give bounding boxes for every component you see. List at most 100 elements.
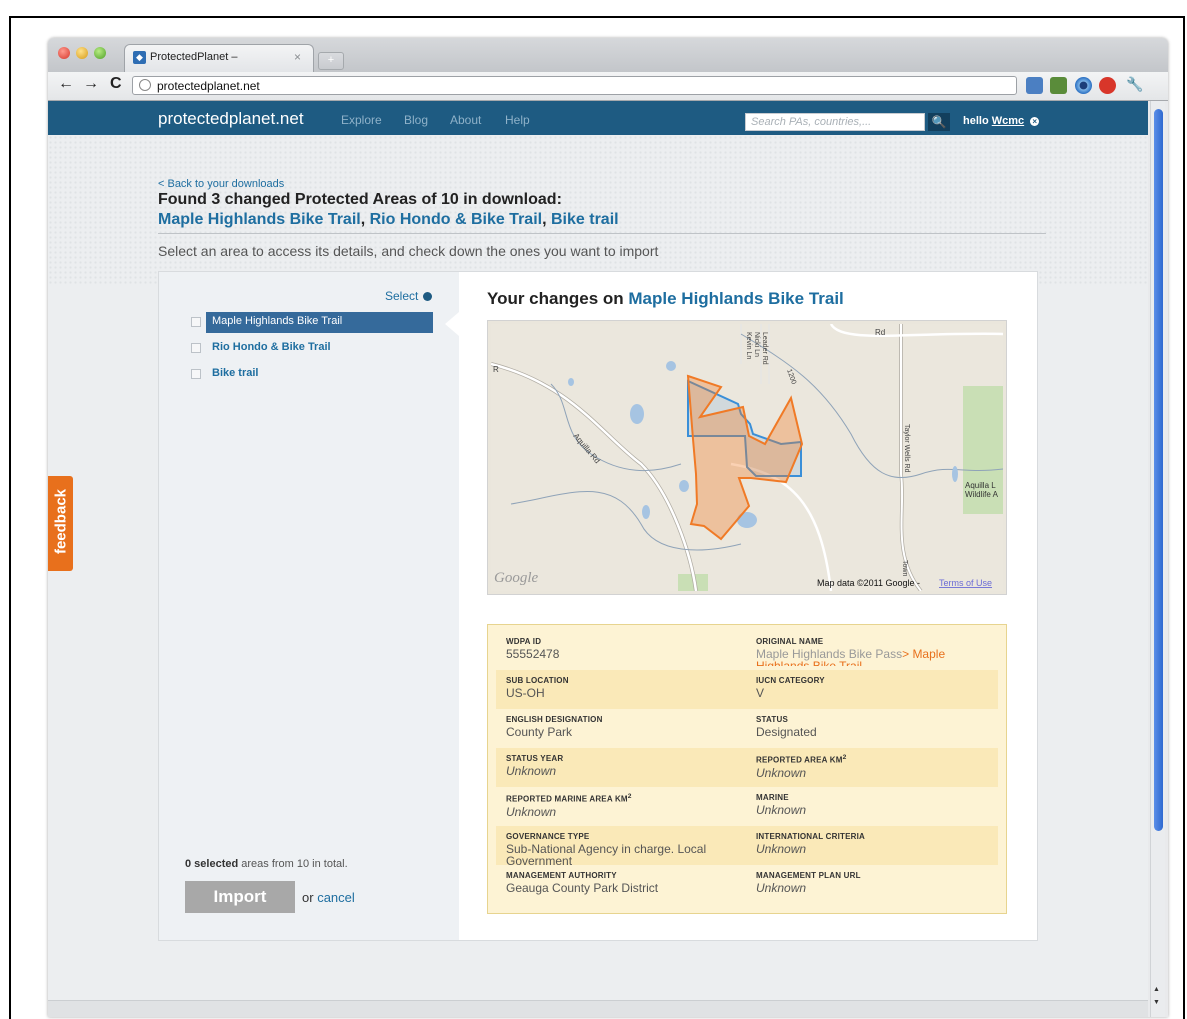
address-bar[interactable]: protectedplanet.net — [132, 76, 1017, 95]
map-label: Taylor Wells Rd — [903, 424, 910, 473]
scroll-down-icon[interactable]: ▼ — [1153, 999, 1160, 1006]
nav-help[interactable]: Help — [505, 113, 530, 127]
zoom-window-button[interactable] — [94, 47, 106, 59]
changes-map[interactable]: Aquilla Rd Aquilla L Wildlife A Taylor W… — [487, 320, 1007, 595]
field-value: Maple Highlands Bike Pass> Maple Highlan… — [756, 648, 996, 666]
separator: , — [360, 211, 366, 228]
divider — [158, 233, 1046, 234]
nav-blog[interactable]: Blog — [404, 113, 428, 127]
page-scrollbar[interactable]: ▲ ▼ — [1150, 101, 1165, 1017]
adblock-icon[interactable] — [1099, 77, 1116, 94]
search-icon: 🔍 — [931, 115, 947, 129]
active-pointer — [445, 312, 459, 336]
arrow: > — [902, 648, 910, 661]
detail-row: SUB LOCATION US-OH IUCN CATEGORY V — [496, 670, 998, 709]
terms-link[interactable]: Terms of Use — [939, 578, 992, 588]
page-content: < Back to your downloads Found 3 changed… — [48, 135, 1148, 1017]
detail-row: GOVERNANCE TYPE Sub-National Agency in ch… — [496, 826, 998, 867]
browser-window: ◆ ProtectedPlanet – × + ← → C protectedp… — [48, 38, 1168, 1017]
user-greeting: hello Wcmc × — [963, 115, 1040, 127]
area-checkbox[interactable] — [191, 369, 201, 379]
map-label: Leader Rd — [761, 332, 768, 365]
map-label: Aquilla L — [965, 481, 996, 490]
cancel-link[interactable]: cancel — [317, 890, 355, 905]
browser-tab[interactable]: ◆ ProtectedPlanet – × — [124, 44, 314, 72]
field-value: Unknown — [756, 765, 807, 780]
greeting-prefix: hello — [963, 115, 989, 127]
map-label: Kevin Ln — [745, 332, 752, 359]
new-tab-button[interactable]: + — [318, 52, 344, 70]
chevron-down-icon — [423, 292, 433, 302]
tab-bar: ◆ ProtectedPlanet – × + — [48, 38, 1168, 72]
map-attribution: Map data ©2011 Google - — [817, 578, 920, 588]
translate-icon[interactable] — [1026, 77, 1043, 94]
scroll-up-icon[interactable]: ▲ — [1153, 986, 1160, 993]
field-key: MANAGEMENT PLAN URL — [756, 871, 861, 880]
separator: , — [542, 211, 547, 228]
feedback-tab[interactable]: feedback — [48, 476, 73, 571]
area-list-item[interactable]: Bike trail — [191, 364, 433, 385]
changed-area-link[interactable]: Rio Hondo & Bike Trail — [370, 211, 542, 228]
summary-rest: areas from 10 in total. — [238, 858, 348, 870]
field-key: ORIGINAL NAME — [756, 637, 824, 646]
forward-arrow-icon[interactable]: → — [83, 75, 99, 93]
world-dots-background — [48, 135, 1148, 285]
search-button[interactable]: 🔍 — [928, 113, 950, 131]
scroll-thumb[interactable] — [1154, 109, 1163, 831]
tab-title: ProtectedPlanet – — [150, 51, 238, 63]
google-logo[interactable]: Google — [494, 570, 539, 586]
detail-row: MANAGEMENT AUTHORITY Geauga County Park D… — [496, 865, 998, 904]
map-label: Wildlife A — [965, 490, 999, 499]
nav-about[interactable]: About — [450, 113, 481, 127]
superscript: 2 — [842, 754, 847, 761]
field-value: Unknown — [756, 881, 807, 895]
user-link[interactable]: Wcmc — [992, 115, 1024, 127]
map-label: Town — [901, 560, 908, 576]
reload-icon[interactable]: C — [110, 75, 122, 93]
field-key: REPORTED MARINE AREA KM — [506, 794, 628, 804]
field-value: Unknown — [506, 804, 557, 819]
back-to-downloads-link[interactable]: < Back to your downloads — [158, 178, 284, 190]
select-dropdown[interactable]: Select — [385, 289, 433, 303]
detail-row: REPORTED MARINE AREA KM2 Unknown MARINE Un… — [496, 787, 998, 826]
field-value: Unknown — [756, 803, 807, 817]
area-list-item[interactable]: Rio Hondo & Bike Trail — [191, 338, 433, 359]
changes-panel: Select Maple Highlands Bike Trail Rio Ho… — [158, 271, 1038, 941]
logout-icon[interactable]: × — [1030, 116, 1040, 126]
map-label: Nicki Ln — [753, 332, 760, 357]
wrench-icon[interactable]: 🔧 — [1126, 76, 1143, 93]
details-table: WDPA ID 55552478 ORIGINAL NAME Maple High… — [487, 624, 1007, 914]
field-value: 55552478 — [506, 647, 560, 661]
site-logo[interactable]: protectedplanet.net — [158, 109, 304, 129]
area-checkbox[interactable] — [191, 317, 201, 327]
footer-strip — [48, 1000, 1148, 1017]
map-label: R — [493, 365, 499, 374]
field-key: IUCN CATEGORY — [756, 676, 825, 685]
changed-area-link[interactable]: Bike trail — [551, 211, 619, 228]
field-key: INTERNATIONAL CRITERIA — [756, 832, 865, 841]
detail-row: STATUS YEAR Unknown REPORTED AREA KM2 Unkn… — [496, 748, 998, 787]
area-list-item[interactable]: Maple Highlands Bike Trail — [191, 312, 433, 333]
field-value: Geauga County Park District — [506, 881, 659, 895]
area-checkbox[interactable] — [191, 343, 201, 353]
changed-areas-links: Maple Highlands Bike Trail, Rio Hondo & … — [158, 211, 619, 229]
or-cancel: or cancel — [302, 890, 355, 905]
nav-explore[interactable]: Explore — [341, 113, 382, 127]
browser-toolbar: ← → C protectedplanet.net 🔧 — [48, 72, 1168, 101]
area-label: Bike trail — [212, 367, 259, 379]
field-key: SUB LOCATION — [506, 676, 569, 685]
tab-close-icon[interactable]: × — [294, 50, 301, 64]
field-key: STATUS — [756, 715, 789, 724]
eye-icon[interactable] — [1075, 77, 1092, 94]
search-input[interactable] — [745, 113, 925, 131]
minimize-window-button[interactable] — [76, 47, 88, 59]
selection-summary: 0 selected areas from 10 in total. — [185, 858, 348, 870]
back-arrow-icon[interactable]: ← — [58, 75, 74, 93]
changed-area-link[interactable]: Maple Highlands Bike Trail — [158, 211, 361, 228]
field-key: ENGLISH DESIGNATION — [506, 715, 603, 724]
evernote-icon[interactable] — [1050, 77, 1067, 94]
close-window-button[interactable] — [58, 47, 70, 59]
map-label: Rd — [875, 328, 885, 337]
field-value: Unknown — [756, 842, 807, 856]
import-button[interactable]: Import — [185, 881, 295, 913]
